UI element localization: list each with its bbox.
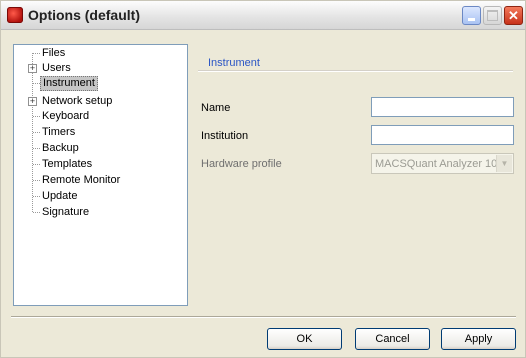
title-bar[interactable]: Options (default) ✕ [1,1,525,30]
ok-button[interactable]: OK [267,328,342,350]
tree-branch-line [33,132,40,133]
name-label: Name [201,102,231,114]
tree-item-files[interactable]: Files [40,46,67,60]
tree-item-signature[interactable]: Signature [40,205,91,219]
tree-item-network-setup[interactable]: Network setup [40,94,114,108]
expand-icon[interactable]: + [28,97,37,106]
tree-item-backup[interactable]: Backup [40,141,81,155]
section-divider [198,71,513,72]
maximize-icon [487,10,498,21]
minimize-button[interactable] [462,6,481,25]
tree-item-update[interactable]: Update [40,189,79,203]
cancel-button[interactable]: Cancel [355,328,430,350]
tree-branch-line [33,212,40,213]
institution-label: Institution [201,130,249,142]
tree-item-remote-monitor[interactable]: Remote Monitor [40,173,122,187]
hardware-profile-select[interactable]: MACSQuant Analyzer 10 ▼ [371,153,514,174]
tree-branch-line [33,116,40,117]
section-title: Instrument [208,57,260,69]
options-dialog: Options (default) ✕ Files + Users Instru… [0,0,526,358]
tree-branch-line [33,180,40,181]
apply-button[interactable]: Apply [441,328,516,350]
footer-divider [11,316,516,317]
window-title: Options (default) [28,7,140,23]
maximize-button[interactable] [483,6,502,25]
tree-branch-line [33,164,40,165]
minimize-icon [468,18,475,21]
tree-item-timers[interactable]: Timers [40,125,77,139]
hardware-profile-label: Hardware profile [201,158,282,170]
tree-item-users[interactable]: Users [40,61,73,75]
close-icon: ✕ [508,8,519,23]
chevron-down-icon[interactable]: ▼ [496,155,512,172]
tree-item-templates[interactable]: Templates [40,157,94,171]
institution-field[interactable] [371,125,514,145]
expand-icon[interactable]: + [28,64,37,73]
tree-item-instrument[interactable]: Instrument [40,76,98,91]
name-field[interactable] [371,97,514,117]
tree-branch-line [33,196,40,197]
options-tree[interactable]: Files + Users Instrument + Network setup… [13,44,188,306]
tree-branch-line [33,83,40,84]
tree-branch-line [33,148,40,149]
tree-item-keyboard[interactable]: Keyboard [40,109,91,123]
hardware-profile-value: MACSQuant Analyzer 10 [375,158,498,170]
close-button[interactable]: ✕ [504,6,523,25]
tree-branch-line [33,53,40,54]
app-icon [7,7,23,23]
